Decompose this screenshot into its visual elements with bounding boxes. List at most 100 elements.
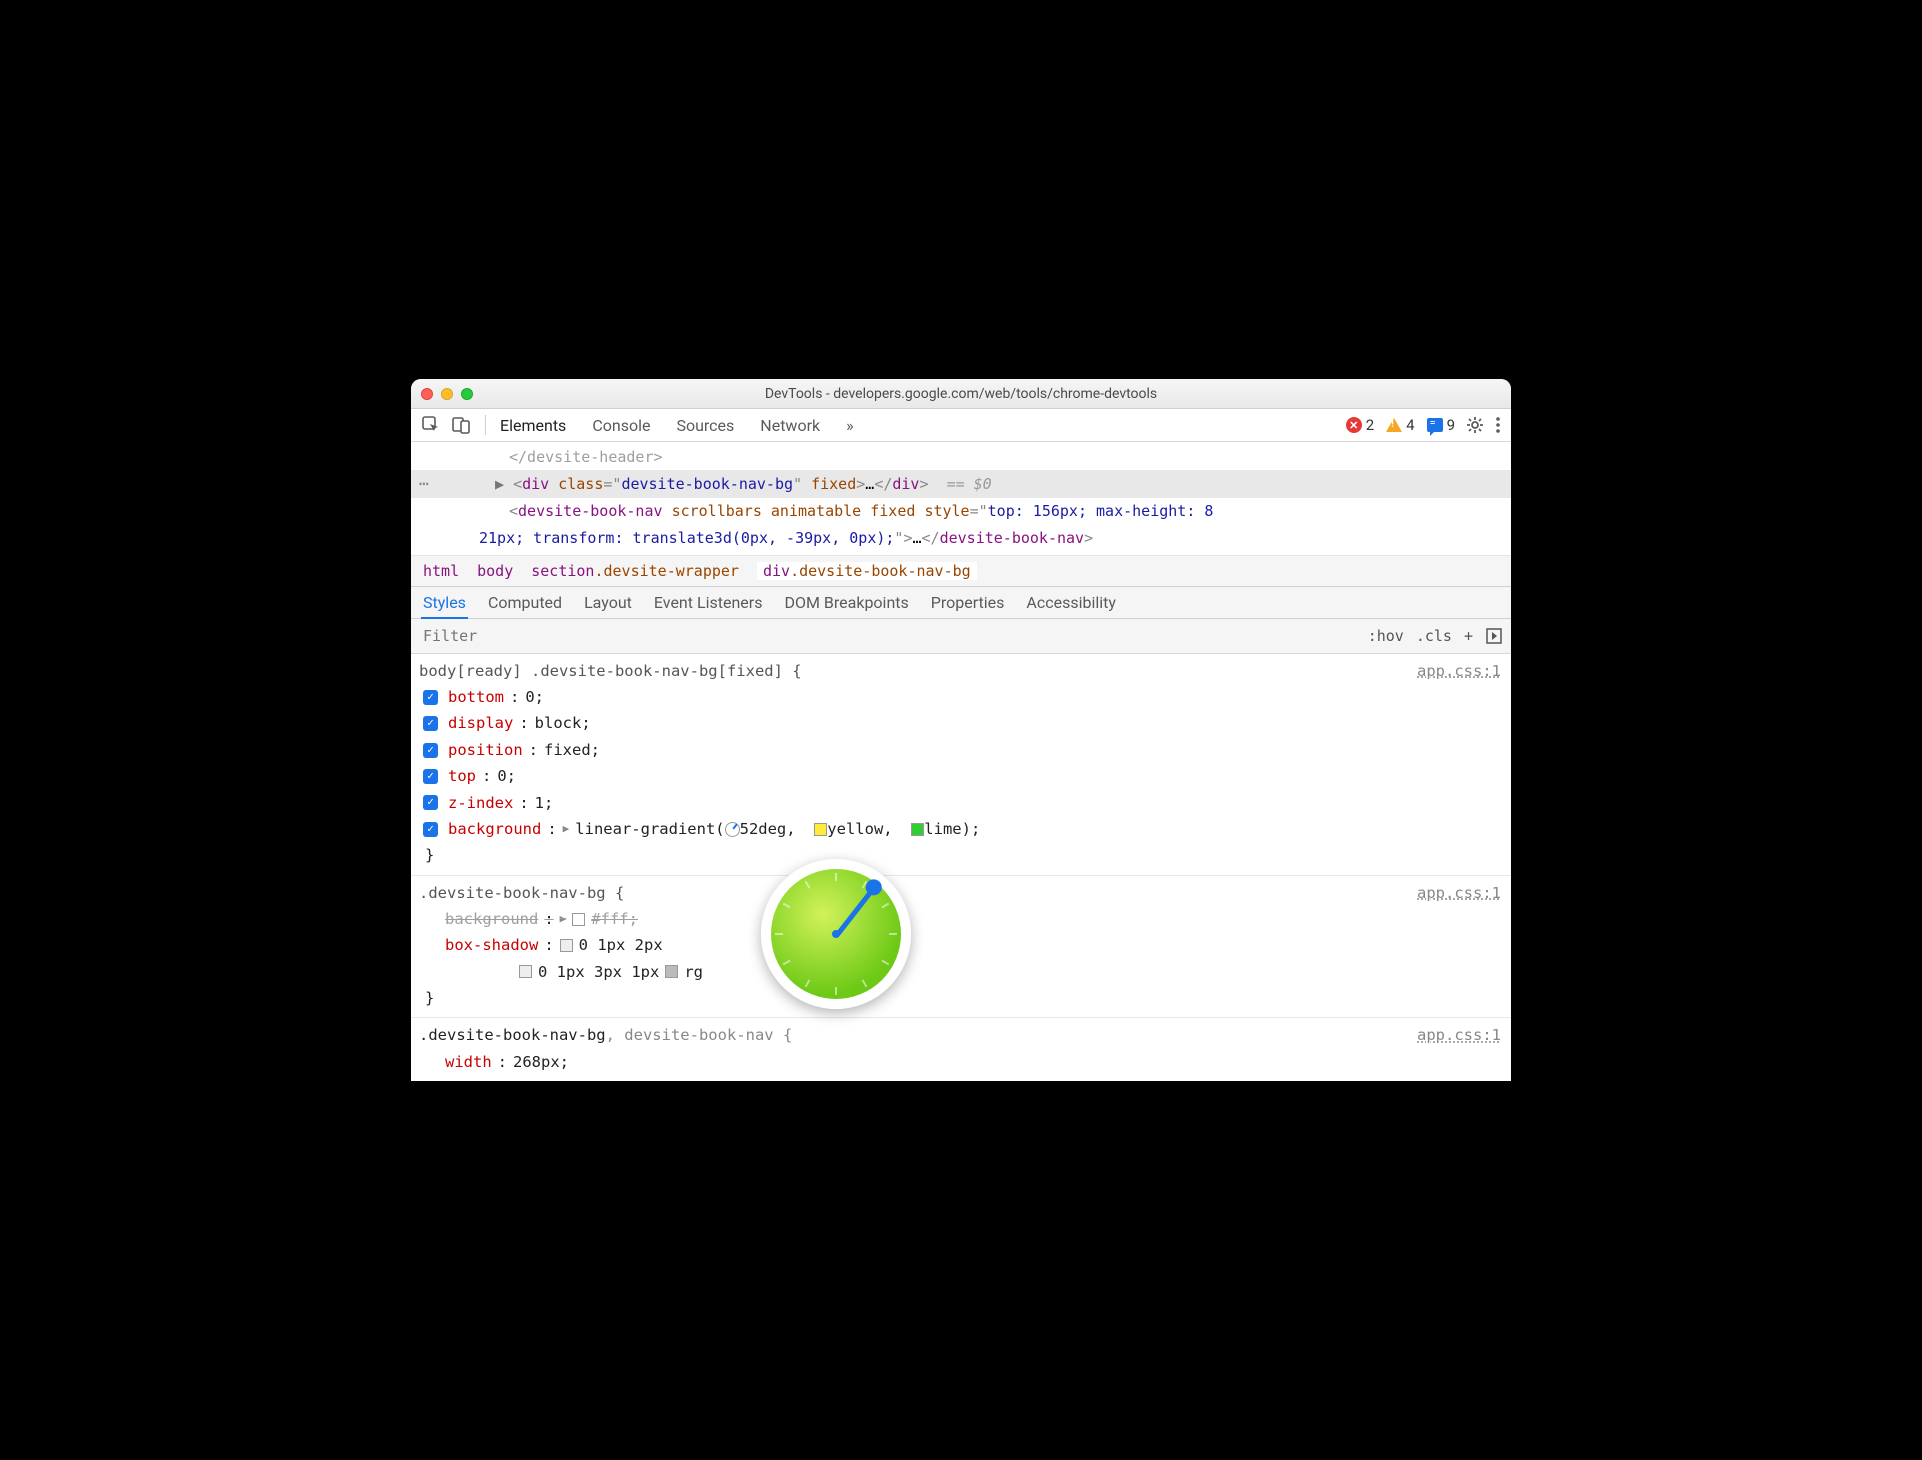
rendering-toggle-icon[interactable] (1485, 627, 1503, 645)
expand-triangle-icon[interactable]: ▶ (560, 910, 567, 929)
color-swatch-white-icon[interactable] (572, 913, 585, 926)
device-toggle-icon[interactable] (451, 415, 471, 435)
dom-line-wrap[interactable]: 21px; transform: translate3d(0px, -39px,… (419, 525, 1503, 551)
devtools-window: DevTools - developers.google.com/web/too… (411, 379, 1511, 1081)
css-rule: app.css:1 body[ready] .devsite-book-nav-… (411, 654, 1511, 876)
rule-selector[interactable]: .devsite-book-nav-bg, devsite-book-nav { (419, 1022, 1503, 1048)
dom-row-content: ▶ <div class="devsite-book-nav-bg" fixed… (443, 471, 992, 497)
prop-checkbox[interactable] (423, 822, 438, 837)
css-declaration-overridden[interactable]: background:▶ #fff; (419, 906, 1503, 932)
color-swatch-grey-icon[interactable] (665, 965, 678, 978)
subtab-properties[interactable]: Properties (931, 593, 1005, 612)
subtab-accessibility[interactable]: Accessibility (1026, 593, 1116, 612)
styles-filter-input[interactable] (419, 623, 1368, 649)
window-title: DevTools - developers.google.com/web/too… (411, 386, 1511, 402)
rule-source-link[interactable]: app.css:1 (1417, 1022, 1501, 1048)
css-rule: app.css:1 .devsite-book-nav-bg, devsite-… (411, 1018, 1511, 1081)
crumb-html[interactable]: html (423, 562, 459, 580)
errors-badge[interactable]: ✕2 (1346, 416, 1374, 434)
color-swatch-yellow-icon[interactable] (814, 823, 827, 836)
prop-checkbox[interactable] (423, 690, 438, 705)
css-declaration[interactable]: width: 268px; (419, 1049, 1503, 1075)
clock-tick (889, 933, 897, 935)
warning-icon (1386, 418, 1402, 432)
issue-badges: ✕2 4 9 (1346, 416, 1455, 434)
subtab-dom-breakpoints[interactable]: DOM Breakpoints (784, 593, 908, 612)
close-window-icon[interactable] (421, 388, 433, 400)
settings-icon[interactable] (1465, 415, 1485, 435)
shadow-editor-icon[interactable] (519, 965, 532, 978)
zoom-window-icon[interactable] (461, 388, 473, 400)
clock-tick (775, 933, 783, 935)
css-declaration[interactable]: bottom: 0; (419, 684, 1503, 710)
more-menu-icon[interactable] (1495, 415, 1501, 435)
crumb-section[interactable]: section.devsite-wrapper (531, 562, 739, 580)
dom-line[interactable]: <devsite-book-nav scrollbars animatable … (419, 498, 1503, 524)
css-rule: app.css:1 .devsite-book-nav-bg { backgro… (411, 876, 1511, 1019)
traffic-lights (421, 388, 473, 400)
clock-tick (835, 987, 837, 995)
shadow-editor-icon[interactable] (560, 939, 573, 952)
window-titlebar: DevTools - developers.google.com/web/too… (411, 379, 1511, 409)
overflow-icon[interactable]: ⋯ (419, 470, 437, 498)
dom-selected-node[interactable]: ⋯ ▶ <div class="devsite-book-nav-bg" fix… (411, 470, 1511, 498)
rule-close-brace: } (419, 985, 1503, 1011)
rule-selector[interactable]: .devsite-book-nav-bg { (419, 880, 1503, 906)
css-declaration[interactable]: position: fixed; (419, 737, 1503, 763)
prop-checkbox[interactable] (423, 795, 438, 810)
color-swatch-lime-icon[interactable] (911, 823, 924, 836)
styles-subtabs: Styles Computed Layout Event Listeners D… (411, 587, 1511, 619)
inspect-element-icon[interactable] (421, 415, 441, 435)
subtab-event-listeners[interactable]: Event Listeners (654, 593, 763, 612)
css-declaration[interactable]: box-shadow: 0 1px 2px XXXXXXXXXXX54 67 /… (419, 932, 1503, 958)
new-rule-button[interactable]: + (1464, 627, 1473, 645)
subtab-computed[interactable]: Computed (488, 593, 562, 612)
css-declaration[interactable]: top: 0; (419, 763, 1503, 789)
minimize-window-icon[interactable] (441, 388, 453, 400)
styles-filter-bar: :hov .cls + (411, 619, 1511, 654)
prop-checkbox[interactable] (423, 769, 438, 784)
tab-network[interactable]: Network (760, 416, 820, 435)
rule-selector[interactable]: body[ready] .devsite-book-nav-bg[fixed] … (419, 658, 1503, 684)
elements-dom-tree[interactable]: </devsite-header> ⋯ ▶ <div class="devsit… (411, 442, 1511, 555)
tab-sources[interactable]: Sources (676, 416, 734, 435)
cls-toggle[interactable]: .cls (1416, 627, 1452, 645)
warnings-badge[interactable]: 4 (1386, 416, 1414, 434)
prop-checkbox[interactable] (423, 716, 438, 731)
clock-tick (881, 902, 889, 908)
rule-source-link[interactable]: app.css:1 (1417, 658, 1501, 684)
clock-tick (805, 880, 811, 888)
css-declaration-cont[interactable]: 0 1px 3px 1px rg XXXXXXX7 / 15%); (419, 959, 1503, 985)
expand-triangle-icon[interactable]: ▶ (563, 820, 570, 839)
dom-line-faded: </devsite-header> (419, 444, 1503, 470)
panel-tabs: Elements Console Sources Network » (500, 416, 854, 435)
messages-count: 9 (1447, 416, 1455, 434)
clock-tick (881, 959, 889, 965)
angle-picker-popover[interactable] (761, 859, 911, 1009)
subtab-styles[interactable]: Styles (423, 593, 466, 612)
tab-console[interactable]: Console (592, 416, 650, 435)
hov-toggle[interactable]: :hov (1368, 627, 1404, 645)
angle-swatch-icon[interactable] (725, 822, 740, 837)
subtab-layout[interactable]: Layout (584, 593, 632, 612)
angle-pivot (832, 930, 840, 938)
crumb-body[interactable]: body (477, 562, 513, 580)
clock-tick (862, 979, 868, 987)
rule-close-brace: } (419, 842, 1503, 868)
crumb-div-active[interactable]: div.devsite-book-nav-bg (757, 562, 977, 580)
css-declaration[interactable]: display: block; (419, 710, 1503, 736)
message-icon (1427, 418, 1443, 432)
messages-badge[interactable]: 9 (1427, 416, 1455, 434)
angle-hand[interactable] (834, 886, 876, 938)
tab-elements[interactable]: Elements (500, 416, 566, 435)
dom-breadcrumb: html body section.devsite-wrapper div.de… (411, 555, 1511, 587)
css-declaration[interactable]: z-index: 1; (419, 790, 1503, 816)
rule-source-link[interactable]: app.css:1 (1417, 880, 1501, 906)
more-tabs-icon[interactable]: » (846, 416, 854, 435)
css-declaration-gradient[interactable]: background: ▶ linear-gradient(52deg, yel… (419, 816, 1503, 842)
errors-count: 2 (1366, 416, 1374, 434)
main-toolbar: Elements Console Sources Network » ✕2 4 … (411, 409, 1511, 442)
toolbar-divider (485, 415, 486, 435)
expand-triangle-icon[interactable]: ▶ (495, 475, 504, 493)
prop-checkbox[interactable] (423, 743, 438, 758)
